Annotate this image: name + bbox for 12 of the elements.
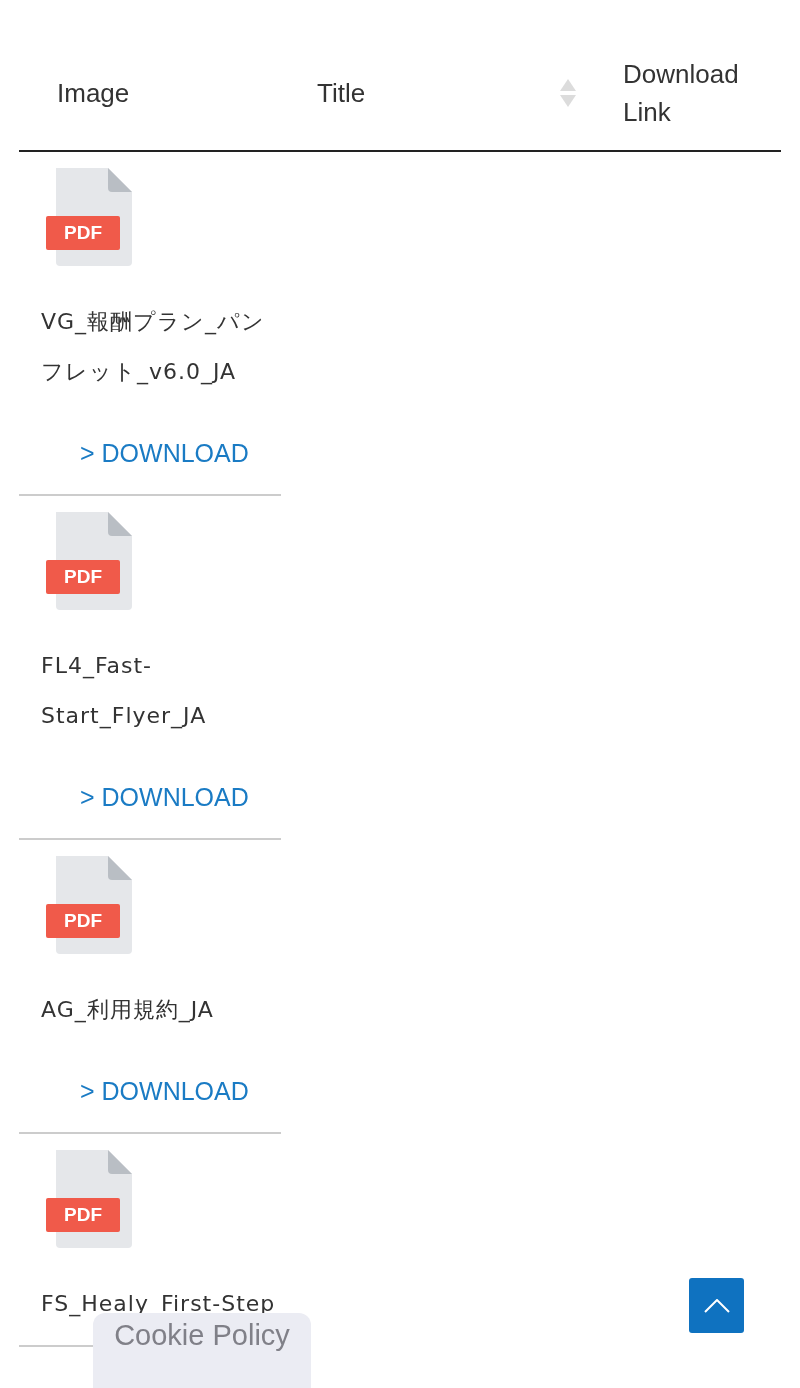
column-header: Image (57, 77, 130, 110)
document-title: AG_利用規約_JA (41, 996, 215, 1025)
document-title: FL4_Fast-Start_Flyer_JA (41, 652, 208, 731)
download-link[interactable]: > DOWNLOAD (80, 1066, 249, 1116)
chevron-up-icon (703, 1298, 730, 1313)
download-link[interactable]: > DOWNLOAD (80, 428, 249, 478)
document-title: VG_報酬プラン_パンフレット_v6.0_JA (41, 308, 267, 387)
column-header[interactable]: Title (317, 74, 366, 112)
download-link[interactable]: > DOWNLOAD (80, 772, 249, 822)
back-to-top-button[interactable] (689, 1278, 744, 1333)
column-header: Download Link (623, 58, 740, 129)
cookie-policy-button[interactable]: Cookie Policy (93, 1313, 311, 1388)
